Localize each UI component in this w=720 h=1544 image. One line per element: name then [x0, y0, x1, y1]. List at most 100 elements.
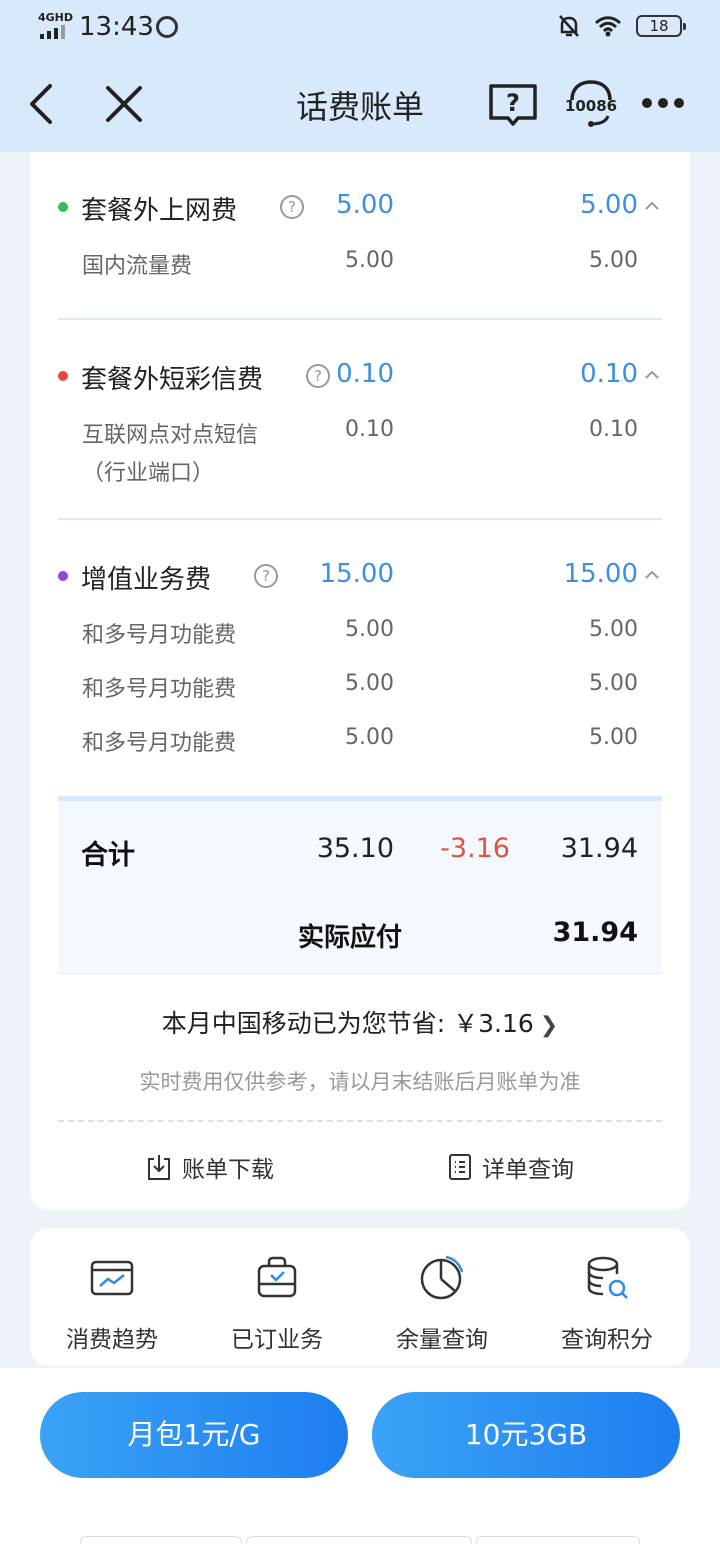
- dashed-divider: [58, 1120, 662, 1122]
- section-name: 套餐外短彩信费: [81, 365, 264, 395]
- bottom-tab-peek: [476, 1536, 640, 1544]
- top-bar: 4GHD 13:43 18 话费账单 ? 10086: [0, 0, 720, 152]
- coins-search-icon: [587, 1256, 628, 1299]
- shortcut-spending-trend[interactable]: 消费趋势: [42, 1254, 182, 1354]
- monthly-pack-button[interactable]: 月包1元/G: [40, 1392, 348, 1478]
- section-total: 0.10: [580, 359, 638, 389]
- shortcut-balance-query[interactable]: 余量查询: [372, 1254, 512, 1354]
- list-document-icon: [449, 1154, 471, 1180]
- section-header[interactable]: 套餐外短彩信费 ? 0.10 0.10: [58, 349, 662, 405]
- actual-pay-label: 实际应付: [298, 923, 403, 953]
- fee-row: 和多号月功能费 5.00 5.00: [58, 713, 662, 767]
- fee-item-name-sub: （行业端口）: [82, 461, 215, 486]
- help-circle-icon[interactable]: ?: [280, 195, 304, 219]
- battery-icon: 18: [636, 15, 686, 37]
- section-total: 5.00: [580, 190, 638, 220]
- fee-item-amount: 5.00: [345, 617, 394, 642]
- shortcut-panel: 消费趋势 已订业务 余量查询 查询积分: [30, 1228, 690, 1366]
- chevron-up-icon[interactable]: [644, 198, 660, 214]
- section-divider: [58, 318, 662, 320]
- fee-row: 和多号月功能费 5.00 5.00: [58, 659, 662, 713]
- bottom-bar: 月包1元/G 10元3GB: [0, 1368, 720, 1544]
- fee-item-name: 互联网点对点短信: [82, 423, 259, 448]
- data-pack-button[interactable]: 10元3GB: [372, 1392, 680, 1478]
- fee-row: 和多号月功能费 5.00 5.00: [58, 605, 662, 659]
- fee-item-total: 5.00: [589, 725, 638, 750]
- subscribed-bag-icon: [257, 1256, 297, 1298]
- total-label: 合计: [81, 840, 135, 871]
- bottom-tab-peek: [80, 1536, 242, 1544]
- savings-text: 本月中国移动已为您节省: ￥3.16: [161, 1009, 534, 1038]
- bill-download-button[interactable]: 账单下载: [146, 1150, 274, 1184]
- customer-service-button[interactable]: 10086: [562, 78, 620, 130]
- category-dot: [58, 571, 68, 581]
- section-divider: [58, 518, 662, 520]
- status-bar: 4GHD 13:43 18: [0, 0, 720, 56]
- section-header[interactable]: 套餐外上网费 ? 5.00 5.00: [58, 180, 662, 236]
- fee-item-amount: 0.10: [345, 417, 394, 442]
- fee-item-amount: 5.00: [345, 725, 394, 750]
- fee-item-name: 和多号月功能费: [82, 731, 237, 756]
- fee-row: 国内流量费 5.00 5.00: [58, 236, 662, 290]
- clock: 13:43: [79, 12, 154, 42]
- detail-query-button[interactable]: 详单查询: [448, 1150, 574, 1184]
- chevron-up-icon[interactable]: [644, 367, 660, 383]
- download-icon: [148, 1155, 170, 1180]
- bill-download-label: 账单下载: [182, 1157, 274, 1183]
- fee-item-name: 和多号月功能费: [82, 623, 237, 648]
- total-after-discount: 31.94: [560, 833, 638, 864]
- section-amount: 5.00: [336, 190, 394, 220]
- fee-row: 互联网点对点短信 （行业端口） 0.10 0.10: [58, 405, 662, 495]
- fee-item-name-block: 互联网点对点短信 （行业端口）: [82, 417, 258, 487]
- more-menu-button[interactable]: [642, 98, 684, 108]
- shortcut-label: 已订业务: [231, 1327, 323, 1353]
- fee-section-data: 套餐外上网费 ? 5.00 5.00 国内流量费 5.00 5.00: [58, 180, 662, 290]
- shortcut-label: 消费趋势: [66, 1327, 158, 1353]
- section-name: 增值业务费: [81, 565, 212, 595]
- total-discount: -3.16: [440, 833, 510, 864]
- bill-card: 套餐外上网费 ? 5.00 5.00 国内流量费 5.00 5.00 套餐外短彩…: [30, 152, 690, 1210]
- signal-icon: [40, 25, 65, 39]
- hd-call-icon: [156, 16, 178, 38]
- category-dot: [58, 202, 68, 212]
- bill-actions: 账单下载 详单查询: [30, 1150, 690, 1190]
- total-amount: 35.10: [316, 833, 394, 864]
- fee-section-sms: 套餐外短彩信费 ? 0.10 0.10 互联网点对点短信 （行业端口） 0.10…: [58, 349, 662, 495]
- network-type: 4GHD: [38, 11, 74, 24]
- trend-chart-icon: [90, 1260, 134, 1296]
- bottom-tab-peek: [246, 1536, 472, 1544]
- fee-item-total: 5.00: [589, 671, 638, 696]
- fee-item-total: 5.00: [589, 617, 638, 642]
- help-circle-icon[interactable]: ?: [254, 564, 278, 588]
- fee-item-amount: 5.00: [345, 248, 394, 273]
- chevron-right-icon: ❯: [539, 1013, 559, 1038]
- section-header[interactable]: 增值业务费 ? 15.00 15.00: [58, 549, 662, 605]
- section-amount: 15.00: [319, 559, 394, 589]
- fee-item-name: 国内流量费: [82, 254, 193, 279]
- disclaimer-note: 实时费用仅供参考，请以月末结账后月账单为准: [139, 1070, 581, 1094]
- detail-query-label: 详单查询: [482, 1157, 574, 1183]
- totals-panel: 合计 35.10 -3.16 31.94 实际应付 31.94: [58, 796, 662, 974]
- fee-item-amount: 5.00: [345, 671, 394, 696]
- section-name: 套餐外上网费: [81, 196, 238, 226]
- fee-item-name: 和多号月功能费: [82, 677, 237, 702]
- help-circle-icon[interactable]: ?: [306, 364, 330, 388]
- section-total: 15.00: [563, 559, 638, 589]
- shortcut-label: 查询积分: [561, 1327, 653, 1353]
- pie-chart-icon: [420, 1255, 464, 1300]
- help-symbol: ?: [506, 89, 520, 117]
- wifi-icon: [594, 16, 622, 37]
- fee-section-value-added: 增值业务费 ? 15.00 15.00 和多号月功能费 5.00 5.00 和多…: [58, 549, 662, 767]
- shortcut-subscribed[interactable]: 已订业务: [207, 1254, 347, 1354]
- section-amount: 0.10: [336, 359, 394, 389]
- savings-link[interactable]: 本月中国移动已为您节省: ￥3.16 ❯: [30, 1004, 690, 1040]
- fee-item-total: 0.10: [589, 417, 638, 442]
- actual-pay-value: 31.94: [552, 917, 638, 948]
- mute-icon: [559, 15, 579, 37]
- fee-item-total: 5.00: [589, 248, 638, 273]
- shortcut-label: 余量查询: [396, 1327, 488, 1353]
- shortcut-points-query[interactable]: 查询积分: [537, 1254, 677, 1354]
- help-book-button[interactable]: ?: [488, 82, 538, 126]
- chevron-up-icon[interactable]: [644, 567, 660, 583]
- category-dot: [58, 371, 68, 381]
